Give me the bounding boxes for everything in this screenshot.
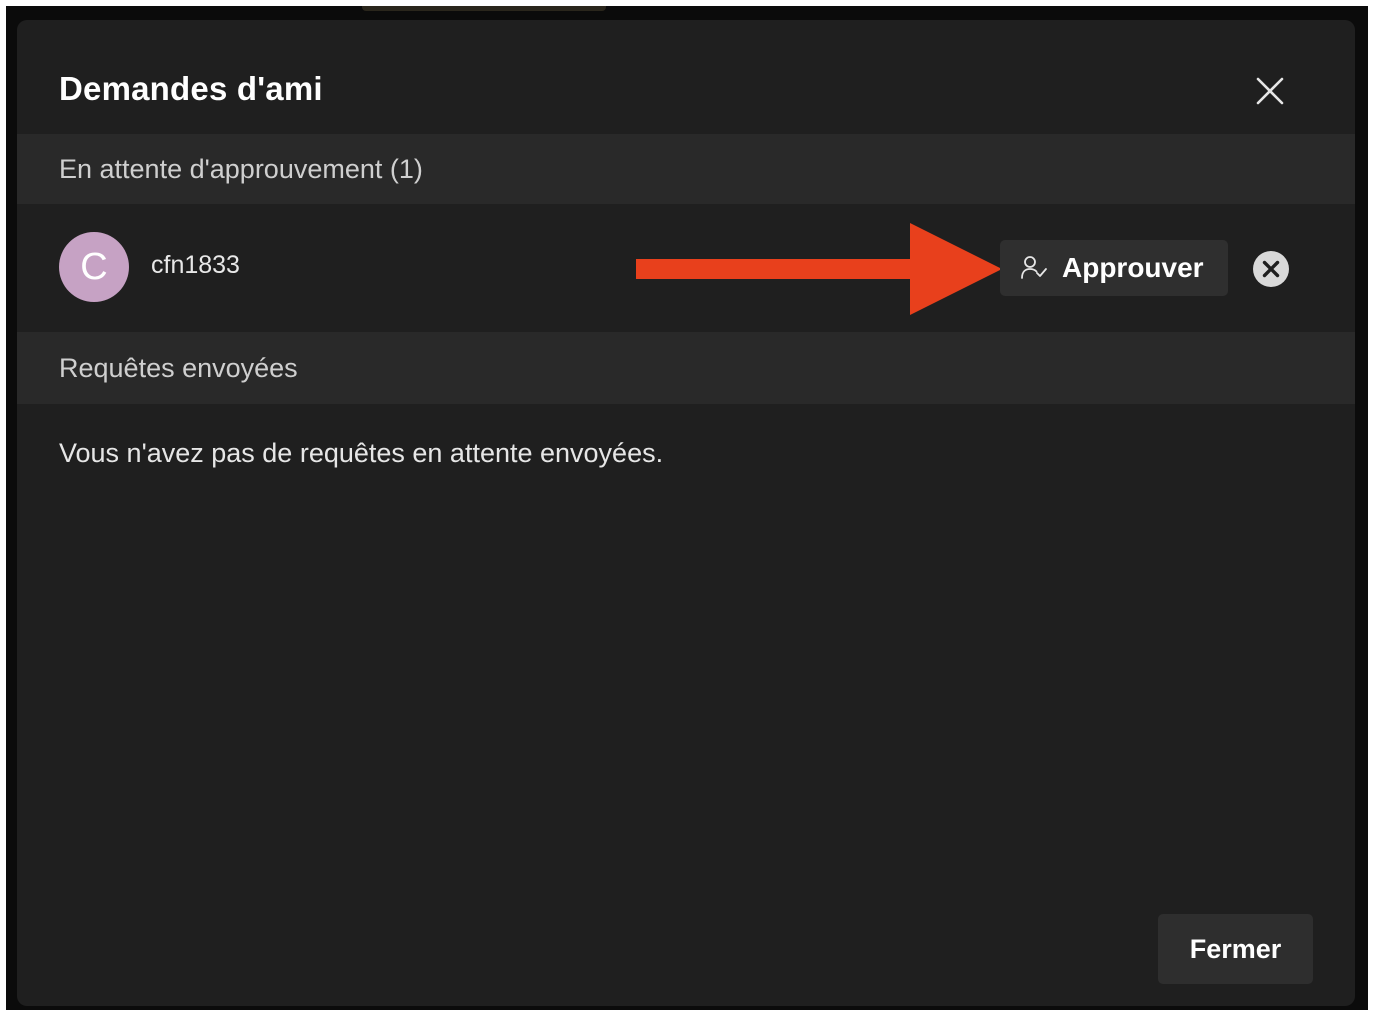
request-username: cfn1833 [151, 251, 240, 279]
person-check-icon [1021, 256, 1047, 279]
approve-button[interactable]: Approuver [1000, 240, 1228, 296]
close-dialog-button[interactable]: Fermer [1158, 914, 1313, 984]
friend-request-row: C cfn1833 Approuver [17, 204, 1355, 332]
approve-button-label: Approuver [1062, 252, 1204, 283]
close-icon[interactable] [1253, 74, 1287, 108]
arrow-annotation-icon [636, 223, 1002, 315]
avatar: C [59, 232, 129, 302]
background-window-edge [362, 6, 606, 11]
screenshot-frame: Demandes d'ami En attente d'approuvement… [6, 6, 1368, 1010]
sent-empty-message: Vous n'avez pas de requêtes en attente e… [59, 438, 664, 468]
sent-section-header: Requêtes envoyées [17, 332, 1355, 404]
pending-section-header: En attente d'approuvement (1) [17, 134, 1355, 204]
friend-requests-dialog: Demandes d'ami En attente d'approuvement… [17, 20, 1355, 1006]
decline-request-icon[interactable] [1252, 250, 1290, 288]
dialog-title: Demandes d'ami [59, 70, 323, 107]
